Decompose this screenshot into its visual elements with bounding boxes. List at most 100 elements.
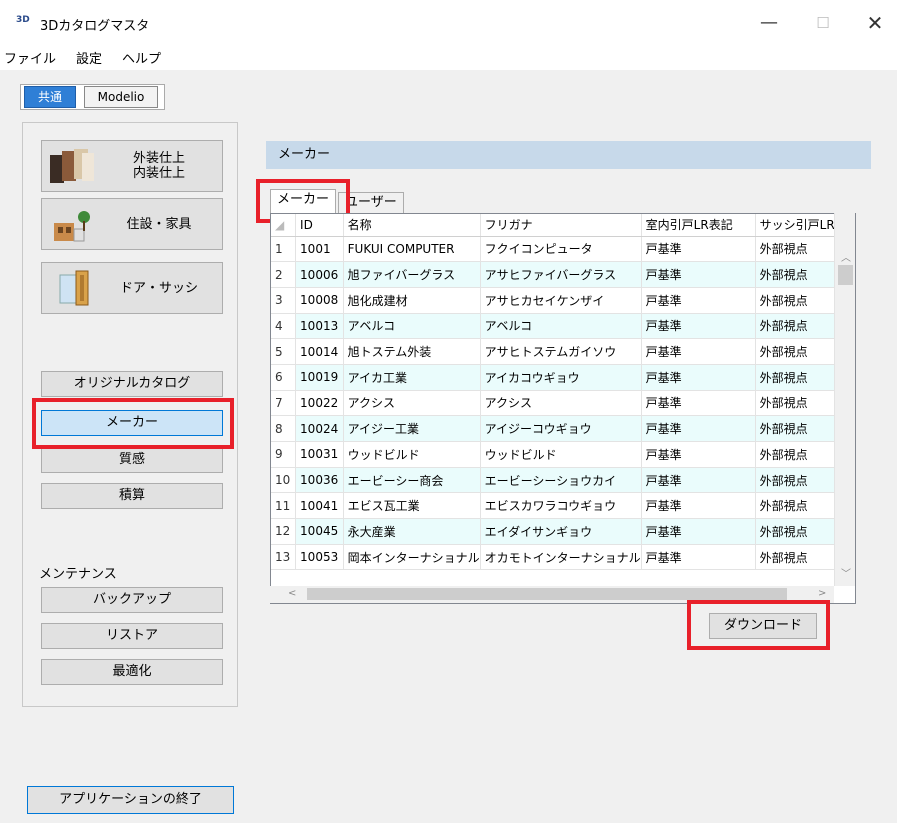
tab-modelio[interactable]: Modelio bbox=[84, 86, 158, 108]
cell-id[interactable]: 10008 bbox=[295, 287, 344, 314]
maker-data-grid[interactable]: ◢ ID 名称 フリガナ 室内引戸LR表記 サッシ引戸LR表 1 1001 FUKU… bbox=[270, 213, 856, 604]
row-number[interactable]: 6 bbox=[271, 364, 297, 391]
cell-furigana[interactable]: エービーシーショウカイ bbox=[480, 467, 642, 494]
scroll-left-icon[interactable]: < bbox=[288, 588, 296, 599]
cell-furigana[interactable]: アベルコ bbox=[480, 313, 642, 340]
menu-settings[interactable]: 設定 bbox=[76, 48, 102, 67]
cell-furigana[interactable]: フクイコンピュータ bbox=[480, 236, 642, 263]
backup-button[interactable]: バックアップ bbox=[41, 587, 223, 613]
cell-interior-door-lr[interactable]: 戸基準 bbox=[641, 261, 756, 288]
cell-id[interactable]: 10013 bbox=[295, 313, 344, 340]
cell-interior-door-lr[interactable]: 戸基準 bbox=[641, 544, 756, 571]
cell-id[interactable]: 10045 bbox=[295, 518, 344, 545]
estimate-button[interactable]: 積算 bbox=[41, 483, 223, 509]
cell-name[interactable]: エビス瓦工業 bbox=[343, 492, 481, 520]
cell-interior-door-lr[interactable]: 戸基準 bbox=[641, 518, 756, 545]
housing-furniture-button[interactable]: 住設・家具 bbox=[41, 198, 223, 250]
minimize-button[interactable]: — bbox=[746, 8, 792, 38]
tab-common[interactable]: 共通 bbox=[24, 86, 76, 108]
row-number[interactable]: 13 bbox=[271, 544, 297, 571]
cell-furigana[interactable]: アサヒトステムガイソウ bbox=[480, 338, 642, 365]
cell-id[interactable]: 10053 bbox=[295, 544, 344, 571]
column-header-name[interactable]: 名称 bbox=[343, 214, 481, 237]
row-number[interactable]: 3 bbox=[271, 287, 297, 314]
cell-furigana[interactable]: ウッドビルド bbox=[480, 441, 642, 468]
horizontal-scroll-thumb[interactable] bbox=[307, 588, 787, 600]
cell-id[interactable]: 10036 bbox=[295, 467, 344, 494]
table-row[interactable]: 11 10041 エビス瓦工業 エビスカワラコウギョウ 戸基準 外部視点 bbox=[271, 492, 855, 520]
cell-interior-door-lr[interactable]: 戸基準 bbox=[641, 364, 756, 391]
row-number[interactable]: 1 bbox=[271, 236, 297, 263]
cell-id[interactable]: 10022 bbox=[295, 390, 344, 417]
row-number[interactable]: 5 bbox=[271, 338, 297, 365]
cell-furigana[interactable]: アサヒカセイケンザイ bbox=[480, 287, 642, 314]
cell-id[interactable]: 10014 bbox=[295, 338, 344, 365]
restore-button[interactable]: リストア bbox=[41, 623, 223, 649]
optimize-button[interactable]: 最適化 bbox=[41, 659, 223, 685]
cell-id[interactable]: 1001 bbox=[295, 236, 344, 263]
table-row[interactable]: 4 10013 アベルコ アベルコ 戸基準 外部視点 bbox=[271, 313, 855, 340]
column-header-id[interactable]: ID bbox=[295, 214, 344, 237]
table-row[interactable]: 8 10024 アイジー工業 アイジーコウギョウ 戸基準 外部視点 bbox=[271, 415, 855, 442]
table-row[interactable]: 7 10022 アクシス アクシス 戸基準 外部視点 bbox=[271, 390, 855, 417]
cell-name[interactable]: 岡本インターナショナル bbox=[343, 544, 481, 571]
original-catalog-button[interactable]: オリジナルカタログ bbox=[41, 371, 223, 397]
cell-interior-door-lr[interactable]: 戸基準 bbox=[641, 236, 756, 263]
cell-name[interactable]: エービーシー商会 bbox=[343, 467, 481, 494]
row-number[interactable]: 7 bbox=[271, 390, 297, 417]
table-row[interactable]: 12 10045 永大産業 エイダイサンギョウ 戸基準 外部視点 bbox=[271, 518, 855, 545]
row-number[interactable]: 8 bbox=[271, 415, 297, 442]
texture-button[interactable]: 質感 bbox=[41, 447, 223, 473]
cell-name[interactable]: アイカ工業 bbox=[343, 364, 481, 391]
cell-name[interactable]: アクシス bbox=[343, 390, 481, 417]
cell-interior-door-lr[interactable]: 戸基準 bbox=[641, 390, 756, 417]
cell-interior-door-lr[interactable]: 戸基準 bbox=[641, 467, 756, 494]
scroll-right-icon[interactable]: > bbox=[818, 588, 826, 599]
cell-furigana[interactable]: アクシス bbox=[480, 390, 642, 417]
vertical-scrollbar[interactable]: ︿ ﹀ bbox=[834, 213, 855, 586]
cell-id[interactable]: 10031 bbox=[295, 441, 344, 468]
close-button[interactable]: ✕ bbox=[852, 8, 897, 38]
maximize-button[interactable]: ☐ bbox=[800, 8, 846, 38]
cell-name[interactable]: FUKUI COMPUTER bbox=[343, 236, 481, 263]
cell-name[interactable]: アイジー工業 bbox=[343, 415, 481, 442]
cell-id[interactable]: 10019 bbox=[295, 364, 344, 391]
table-row[interactable]: 1 1001 FUKUI COMPUTER フクイコンピュータ 戸基準 外部視点 bbox=[271, 236, 855, 263]
table-row[interactable]: 2 10006 旭ファイバーグラス アサヒファイバーグラス 戸基準 外部視点 bbox=[271, 261, 855, 288]
cell-interior-door-lr[interactable]: 戸基準 bbox=[641, 441, 756, 468]
table-row[interactable]: 3 10008 旭化成建材 アサヒカセイケンザイ 戸基準 外部視点 bbox=[271, 287, 855, 314]
cell-name[interactable]: 旭トステム外装 bbox=[343, 338, 481, 365]
cell-id[interactable]: 10024 bbox=[295, 415, 344, 442]
vertical-scroll-thumb[interactable] bbox=[838, 265, 853, 285]
cell-furigana[interactable]: オカモトインターナショナル bbox=[480, 544, 642, 571]
cell-id[interactable]: 10041 bbox=[295, 492, 344, 520]
table-row[interactable]: 5 10014 旭トステム外装 アサヒトステムガイソウ 戸基準 外部視点 bbox=[271, 338, 855, 365]
cell-id[interactable]: 10006 bbox=[295, 261, 344, 288]
column-header-interior-door-lr[interactable]: 室内引戸LR表記 bbox=[641, 214, 756, 237]
table-row[interactable]: 13 10053 岡本インターナショナル オカモトインターナショナル 戸基準 外部視点 bbox=[271, 544, 855, 571]
cell-name[interactable]: ウッドビルド bbox=[343, 441, 481, 468]
row-number[interactable]: 2 bbox=[271, 261, 297, 288]
row-number[interactable]: 12 bbox=[271, 518, 297, 545]
corner-cell[interactable]: ◢ bbox=[271, 214, 297, 237]
cell-interior-door-lr[interactable]: 戸基準 bbox=[641, 287, 756, 314]
cell-name[interactable]: 永大産業 bbox=[343, 518, 481, 545]
column-header-furigana[interactable]: フリガナ bbox=[480, 214, 642, 237]
table-row[interactable]: 9 10031 ウッドビルド ウッドビルド 戸基準 外部視点 bbox=[271, 441, 855, 468]
cell-name[interactable]: 旭ファイバーグラス bbox=[343, 261, 481, 288]
cell-furigana[interactable]: アイカコウギョウ bbox=[480, 364, 642, 391]
cell-interior-door-lr[interactable]: 戸基準 bbox=[641, 313, 756, 340]
cell-furigana[interactable]: アイジーコウギョウ bbox=[480, 415, 642, 442]
scroll-down-icon[interactable]: ﹀ bbox=[841, 565, 851, 580]
cell-furigana[interactable]: エイダイサンギョウ bbox=[480, 518, 642, 545]
table-row[interactable]: 10 10036 エービーシー商会 エービーシーショウカイ 戸基準 外部視点 bbox=[271, 467, 855, 494]
cell-interior-door-lr[interactable]: 戸基準 bbox=[641, 415, 756, 442]
row-number[interactable]: 11 bbox=[271, 492, 297, 520]
row-number[interactable]: 10 bbox=[271, 467, 297, 494]
row-number[interactable]: 9 bbox=[271, 441, 297, 468]
cell-interior-door-lr[interactable]: 戸基準 bbox=[641, 492, 756, 520]
cell-furigana[interactable]: アサヒファイバーグラス bbox=[480, 261, 642, 288]
cell-furigana[interactable]: エビスカワラコウギョウ bbox=[480, 492, 642, 520]
door-sash-button[interactable]: ドア・サッシ bbox=[41, 262, 223, 314]
cell-name[interactable]: アベルコ bbox=[343, 313, 481, 340]
